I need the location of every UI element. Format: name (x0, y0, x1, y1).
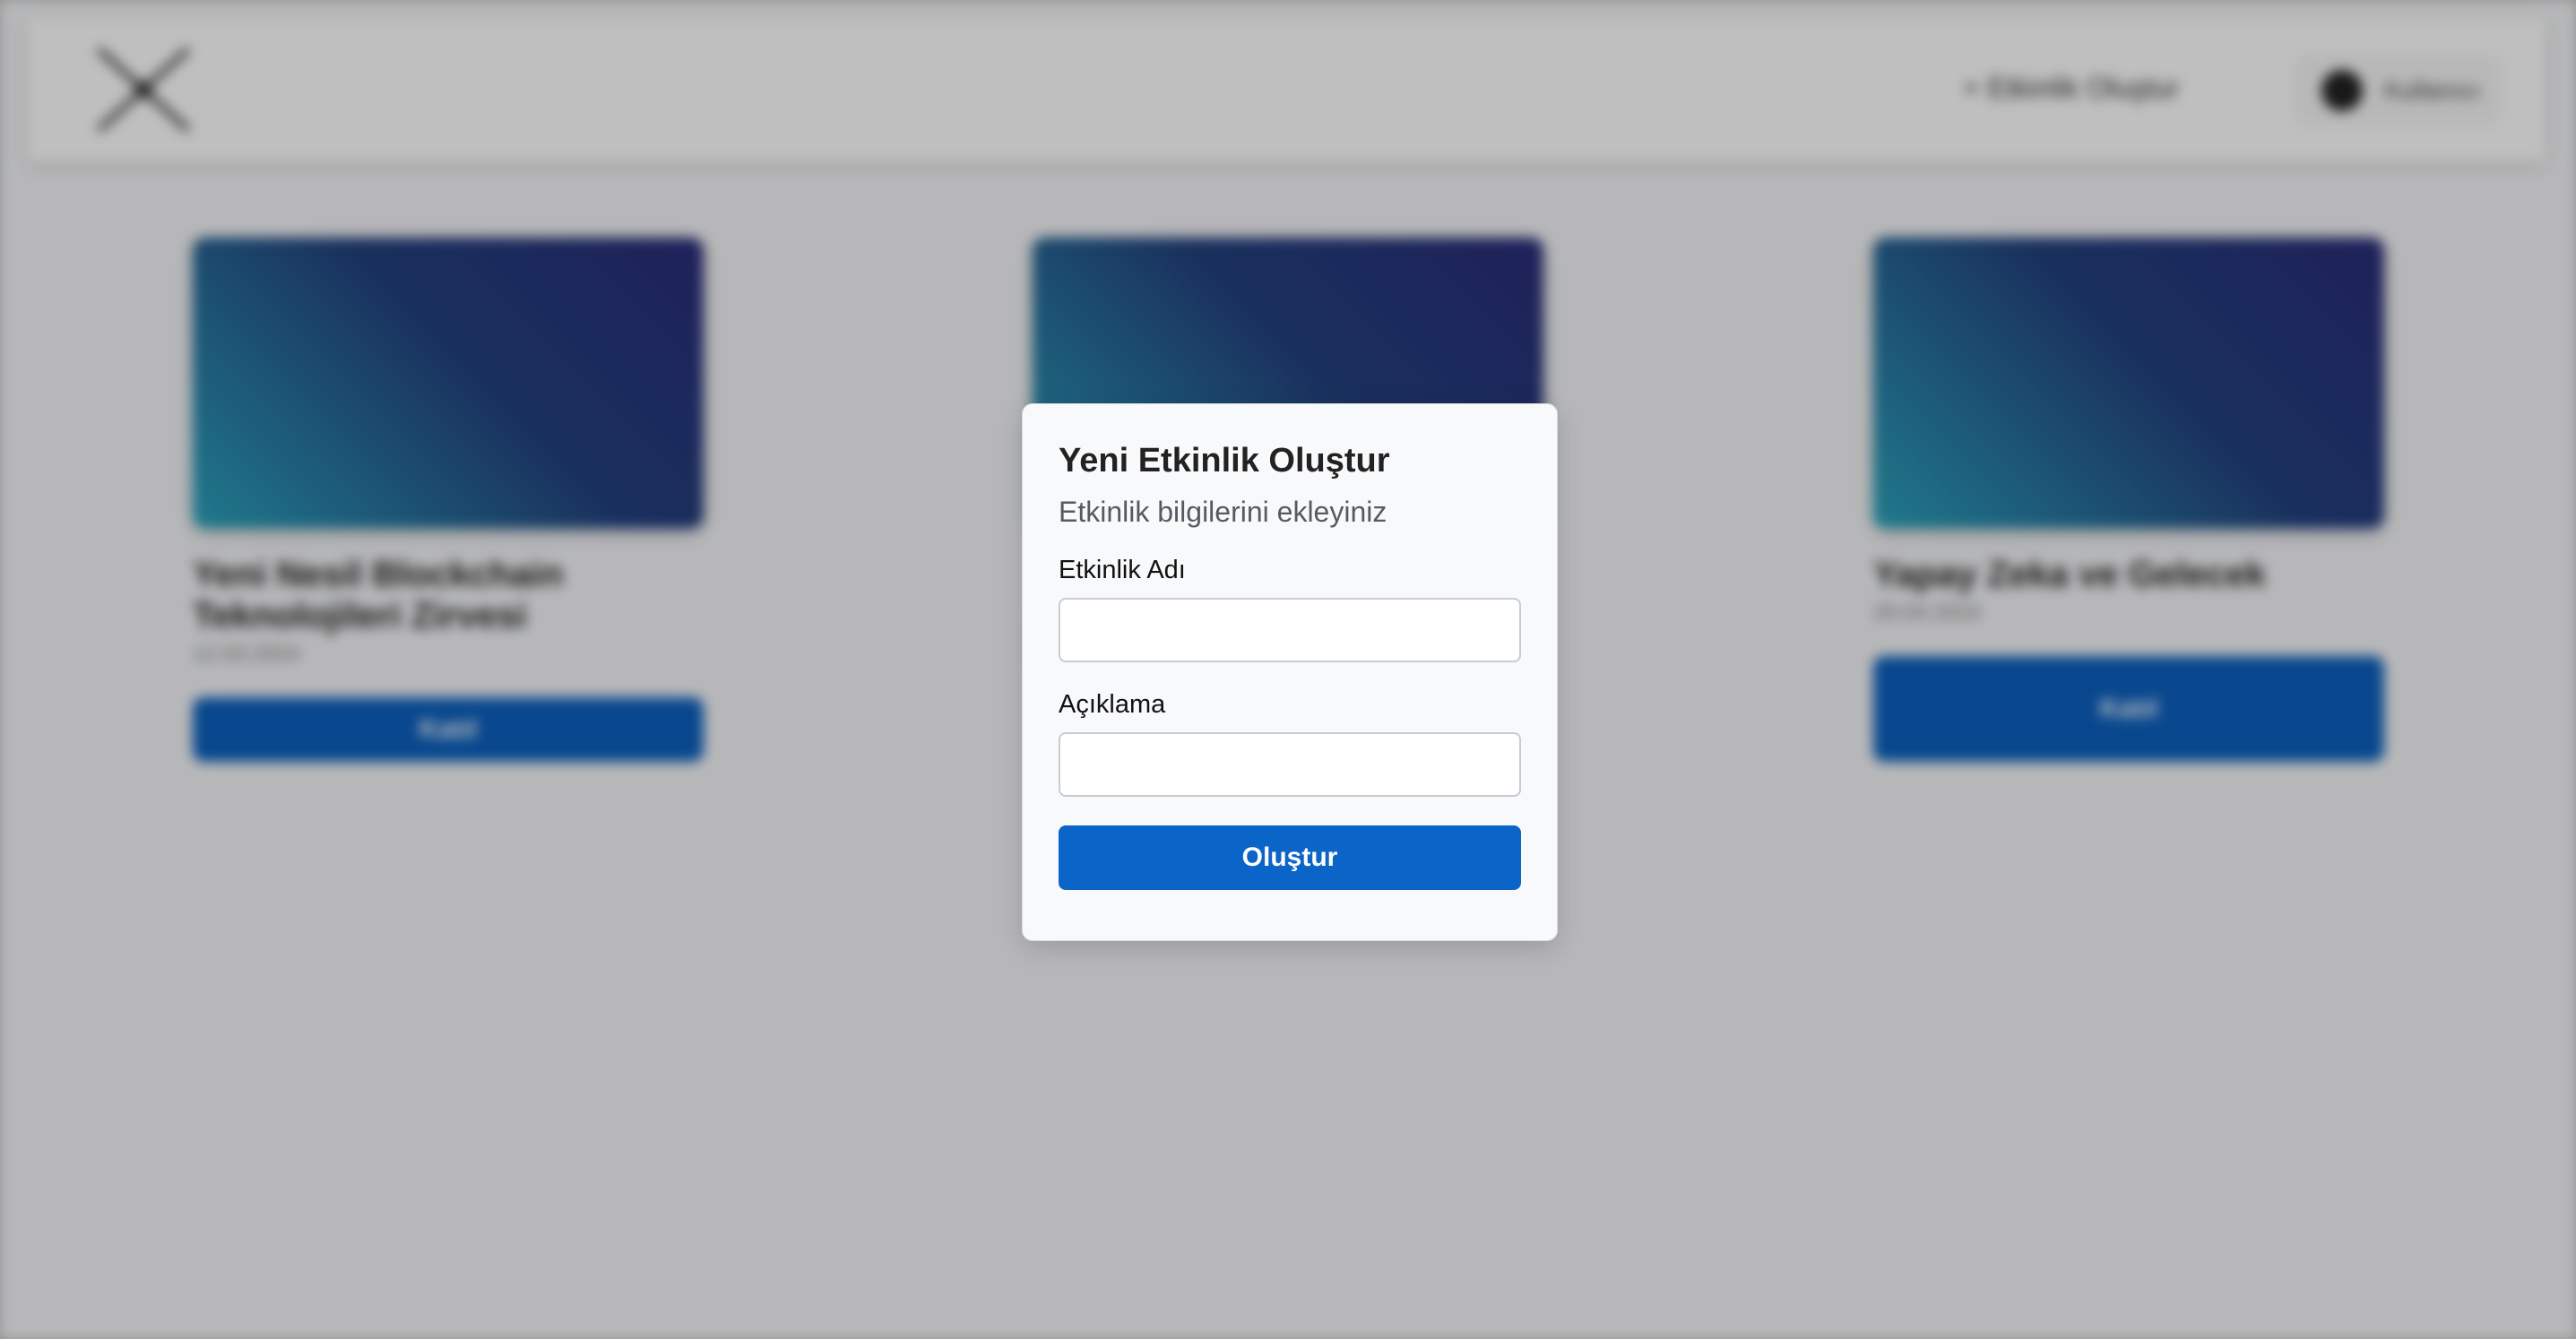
create-button[interactable]: Oluştur (1059, 825, 1521, 890)
description-input[interactable] (1059, 732, 1521, 797)
modal-title: Yeni Etkinlik Oluştur (1059, 442, 1390, 479)
modal-subtitle: Etkinlik bilgilerini ekleyiniz (1059, 496, 1387, 528)
event-name-input[interactable] (1059, 598, 1521, 662)
event-name-label: Etkinlik Adı (1059, 556, 1186, 584)
description-label: Açıklama (1059, 690, 1166, 719)
create-event-modal: Yeni Etkinlik Oluştur Etkinlik bilgileri… (1022, 403, 1558, 941)
